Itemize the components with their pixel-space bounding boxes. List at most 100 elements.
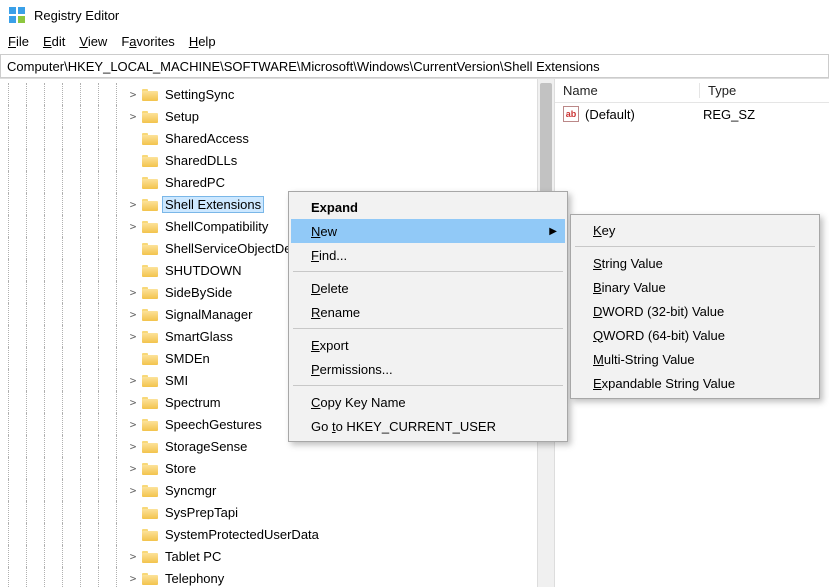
folder-icon — [142, 351, 158, 365]
values-header: Name Type — [555, 79, 829, 103]
expander-icon[interactable]: > — [126, 198, 140, 211]
expander-icon[interactable]: > — [126, 88, 140, 101]
ctx-separator — [293, 385, 563, 386]
expander-icon: · — [126, 264, 140, 276]
expander-icon[interactable]: > — [126, 220, 140, 233]
folder-icon — [142, 307, 158, 321]
tree-item-label: SMI — [162, 372, 191, 389]
folder-icon — [142, 373, 158, 387]
expander-icon: · — [126, 352, 140, 364]
expander-icon[interactable]: > — [126, 330, 140, 343]
tree-item[interactable]: ·SysPrepTapi — [0, 501, 554, 523]
context-menu: Expand New▶ Find... Delete Rename Export… — [288, 191, 568, 442]
value-type: REG_SZ — [703, 107, 755, 122]
menu-view[interactable]: View — [79, 34, 107, 49]
folder-icon — [142, 395, 158, 409]
expander-icon[interactable]: > — [126, 418, 140, 431]
menu-favorites[interactable]: Favorites — [121, 34, 174, 49]
expander-icon: · — [126, 528, 140, 540]
tree-item-label: Shell Extensions — [162, 196, 264, 213]
ctx-export[interactable]: Export — [291, 333, 565, 357]
expander-icon[interactable]: > — [126, 462, 140, 475]
menu-edit[interactable]: Edit — [43, 34, 65, 49]
context-submenu-new: Key String Value Binary Value DWORD (32-… — [570, 214, 820, 399]
expander-icon[interactable]: > — [126, 484, 140, 497]
ctx-copy-key-name[interactable]: Copy Key Name — [291, 390, 565, 414]
folder-icon — [142, 439, 158, 453]
ctx-new-string[interactable]: String Value — [573, 251, 817, 275]
ctx-new[interactable]: New▶ — [291, 219, 565, 243]
tree-item[interactable]: >Setup — [0, 105, 554, 127]
tree-item-label: SharedDLLs — [162, 152, 240, 169]
tree-item[interactable]: > SettingSync — [0, 83, 554, 105]
folder-icon — [142, 417, 158, 431]
folder-icon — [142, 505, 158, 519]
tree-item-label: ShellCompatibility — [162, 218, 271, 235]
folder-icon — [142, 483, 158, 497]
tree-item-label: SmartGlass — [162, 328, 236, 345]
ctx-rename[interactable]: Rename — [291, 300, 565, 324]
folder-icon — [142, 131, 158, 145]
expander-icon[interactable]: > — [126, 286, 140, 299]
tree-item[interactable]: > Tablet PC — [0, 545, 554, 567]
ctx-new-qword[interactable]: QWORD (64-bit) Value — [573, 323, 817, 347]
expander-icon[interactable]: > — [126, 110, 140, 123]
tree-item-label: Store — [162, 460, 199, 477]
folder-icon — [142, 549, 158, 563]
folder-icon — [142, 219, 158, 233]
ctx-new-multistring[interactable]: Multi-String Value — [573, 347, 817, 371]
folder-icon — [142, 527, 158, 541]
ctx-new-binary[interactable]: Binary Value — [573, 275, 817, 299]
expander-icon: · — [126, 176, 140, 188]
value-row[interactable]: ab (Default) REG_SZ — [555, 103, 829, 125]
folder-icon — [142, 153, 158, 167]
tree-item[interactable]: ·SharedDLLs — [0, 149, 554, 171]
folder-icon — [142, 285, 158, 299]
tree-item[interactable]: > Store — [0, 457, 554, 479]
folder-icon — [142, 571, 158, 585]
tree-item-label: SpeechGestures — [162, 416, 265, 433]
ctx-permissions[interactable]: Permissions... — [291, 357, 565, 381]
address-bar[interactable] — [0, 54, 829, 78]
menu-file[interactable]: File — [8, 34, 29, 49]
chevron-right-icon: ▶ — [549, 226, 557, 237]
folder-icon — [142, 197, 158, 211]
tree-item-label: SMDEn — [162, 350, 213, 367]
expander-icon[interactable]: > — [126, 374, 140, 387]
expander-icon: · — [126, 242, 140, 254]
expander-icon[interactable]: > — [126, 440, 140, 453]
ctx-separator — [575, 246, 815, 247]
menu-help[interactable]: Help — [189, 34, 216, 49]
tree-item[interactable]: ·SystemProtectedUserData — [0, 523, 554, 545]
expander-icon[interactable]: > — [126, 550, 140, 563]
folder-icon — [142, 87, 158, 101]
column-header-type[interactable]: Type — [700, 83, 829, 98]
expander-icon: · — [126, 132, 140, 144]
ctx-goto-hkcu[interactable]: Go to HKEY_CURRENT_USER — [291, 414, 565, 438]
tree-item[interactable]: ·SharedAccess — [0, 127, 554, 149]
folder-icon — [142, 241, 158, 255]
folder-icon — [142, 461, 158, 475]
scroll-thumb[interactable] — [540, 83, 552, 193]
expander-icon[interactable]: > — [126, 396, 140, 409]
tree-item[interactable]: >Syncmgr — [0, 479, 554, 501]
ctx-expand[interactable]: Expand — [291, 195, 565, 219]
ctx-new-key[interactable]: Key — [573, 218, 817, 242]
ctx-find[interactable]: Find... — [291, 243, 565, 267]
tree-item-label: StorageSense — [162, 438, 250, 455]
folder-icon — [142, 109, 158, 123]
string-value-icon: ab — [563, 106, 579, 122]
tree-item-label: SettingSync — [162, 86, 237, 103]
tree-item-label: Tablet PC — [162, 548, 224, 565]
ctx-new-expandstring[interactable]: Expandable String Value — [573, 371, 817, 395]
tree-item[interactable]: · SharedPC — [0, 171, 554, 193]
tree-item[interactable]: >Telephony — [0, 567, 554, 587]
expander-icon[interactable]: > — [126, 308, 140, 321]
menubar: File Edit View Favorites Help — [0, 30, 829, 52]
ctx-new-dword[interactable]: DWORD (32-bit) Value — [573, 299, 817, 323]
column-header-name[interactable]: Name — [555, 83, 700, 98]
address-input[interactable] — [7, 59, 822, 74]
tree-item-label: SharedPC — [162, 174, 228, 191]
ctx-delete[interactable]: Delete — [291, 276, 565, 300]
expander-icon[interactable]: > — [126, 572, 140, 585]
